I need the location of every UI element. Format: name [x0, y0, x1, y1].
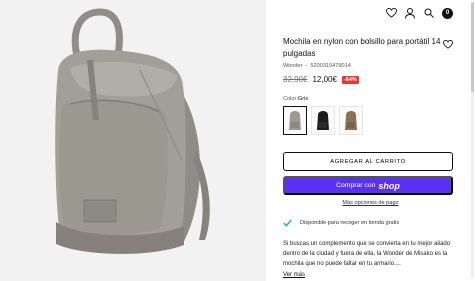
price-row: 32,90€ 12,00€ -64% — [283, 75, 359, 84]
more-payment-options-link[interactable]: Más opciones de pago — [266, 200, 475, 206]
color-value: Gris — [297, 96, 309, 102]
product-title: Mochila en nylon con bolsillo para portá… — [283, 37, 441, 58]
sku-code: 5200310479014 — [310, 63, 351, 69]
product-info-panel: 0 Mochila en nylon con bolsillo para por… — [266, 0, 475, 281]
pickup-availability: Disponible para recoger en tienda gratis — [283, 219, 399, 227]
swatch-negro[interactable] — [311, 106, 335, 135]
color-label-text: Color: — [283, 96, 298, 102]
read-more-link[interactable]: Ver más — [283, 272, 305, 278]
shop-logo: shop — [378, 180, 400, 191]
add-to-cart-button[interactable]: AGREGAR AL CARRITO — [283, 152, 453, 171]
backpack-illustration — [0, 0, 266, 281]
pickup-text: Disponible para recoger en tienda gratis — [300, 220, 400, 226]
heart-icon[interactable] — [385, 7, 397, 19]
scrollbar[interactable] — [471, 2, 474, 278]
header-icons: 0 — [385, 7, 453, 19]
swatch-gris[interactable] — [283, 106, 307, 135]
brand-name: Wonder — [283, 63, 303, 69]
old-price: 32,90€ — [283, 75, 308, 84]
swatch-marron[interactable] — [339, 106, 363, 135]
search-icon[interactable] — [423, 7, 435, 19]
shop-pay-prefix: Comprar con — [336, 182, 376, 189]
product-image[interactable] — [0, 0, 266, 281]
user-icon[interactable] — [404, 7, 416, 19]
color-swatches — [283, 106, 363, 135]
check-icon — [283, 219, 292, 227]
product-meta: Wonder - 5200310479014 — [283, 63, 351, 69]
product-description: Si buscas un complemento que se conviert… — [283, 241, 451, 267]
color-label: Color:Gris — [283, 96, 308, 102]
scrollbar-thumb[interactable] — [471, 2, 474, 92]
sale-price: 12,00€ — [312, 75, 337, 84]
meta-separator: - — [305, 63, 308, 69]
cart-icon[interactable]: 0 — [442, 7, 453, 19]
shop-pay-button[interactable]: Comprar con shop — [283, 176, 453, 195]
wishlist-heart-icon[interactable] — [443, 36, 455, 49]
discount-badge: -64% — [341, 75, 359, 84]
